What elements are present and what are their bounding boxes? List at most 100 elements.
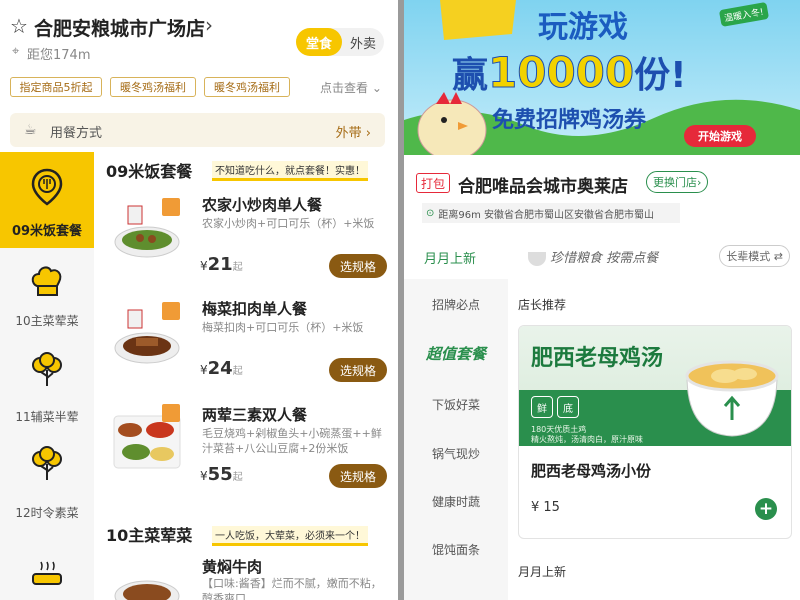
dine-in-tab[interactable]: 堂食 bbox=[296, 28, 342, 56]
promo-tag[interactable]: 暖冬鸡汤福利 bbox=[110, 77, 196, 97]
menu-tabbar: 月月上新 珍惜粮食 按需点餐 长辈模式 ⇄ bbox=[404, 235, 800, 279]
dish-photo[interactable] bbox=[112, 556, 182, 600]
takeaway-badge: 打包 bbox=[416, 173, 451, 193]
store-info: 打包 合肥唯品会城市奥莱店 更换门店 › ⊙ 距离96m 安徽省合肥市蜀山区安徽省合… bbox=[404, 155, 800, 235]
store-address: ⊙ 距离96m 安徽省合肥市蜀山区安徽省合肥市蜀山 bbox=[422, 203, 680, 223]
sidebar-item-side-dish[interactable]: 11辅菜半荤 bbox=[0, 334, 94, 424]
store-address-text: 距离96m 安徽省合肥市蜀山区安徽省合肥市蜀山 bbox=[438, 209, 655, 221]
dining-method-row[interactable]: ☕ 用餐方式 外带 › bbox=[10, 113, 385, 147]
broccoli-icon bbox=[32, 446, 62, 480]
store-name[interactable]: 合肥安粮城市广场店 bbox=[34, 14, 205, 41]
dish-description: 毛豆烧鸡+剁椒鱼头+小碗蒸蛋++鲜汁菜苔+八公山豆腐+2份米饭 bbox=[202, 427, 382, 455]
chevron-down-icon: ⌄ bbox=[371, 81, 382, 95]
stock-badge: 底 bbox=[557, 396, 579, 418]
store-header: ☆ 合肥安粮城市广场店 › ⌖ 距您174m 堂食 外卖 指定商品5折起 暖冬鸡… bbox=[0, 0, 398, 110]
store-name[interactable]: 合肥唯品会城市奥莱店 bbox=[458, 172, 628, 197]
dish-name[interactable]: 农家小炒肉单人餐 bbox=[202, 194, 322, 215]
select-spec-button[interactable]: 选规格 bbox=[329, 254, 387, 278]
sidebar-item-label: 09米饭套餐 bbox=[11, 224, 83, 239]
sidebar-item-rice-dishes[interactable]: 下饭好菜 bbox=[404, 396, 508, 413]
dish-price: ¥24起 bbox=[200, 358, 243, 379]
soup-bowl-image bbox=[685, 360, 779, 437]
section-title: 店长推荐 bbox=[518, 298, 567, 312]
promo-tag[interactable]: 指定商品5折起 bbox=[10, 77, 102, 97]
banner-headline-a: 赢 bbox=[452, 55, 489, 96]
menu-list: 店长推荐 肥西老母鸡汤 鲜 底 180天优质土鸡 精火熬炖，汤清肉白，原汁原味 bbox=[508, 279, 800, 600]
price-currency: ¥ bbox=[200, 363, 208, 377]
star-icon[interactable]: ☆ bbox=[10, 14, 28, 38]
section-title: 月月上新 bbox=[518, 565, 567, 579]
delivery-tab[interactable]: 外卖 bbox=[342, 28, 384, 56]
product-price: ¥ 15 bbox=[531, 500, 560, 515]
sidebar-item-main-meat[interactable]: 10主菜荤菜 bbox=[0, 248, 94, 334]
category-sidebar: 09米饭套餐 10主菜荤菜 11辅菜半荤 12时令素菜 bbox=[0, 152, 94, 600]
bowl-icon bbox=[528, 251, 546, 266]
bowl-icon: ☕ bbox=[24, 122, 37, 138]
dish-description: 梅菜扣肉+可口可乐（杯）+米饭 bbox=[202, 321, 364, 334]
chef-hat-icon bbox=[31, 266, 62, 296]
sidebar-item-rice-set[interactable]: 09米饭套餐 bbox=[0, 152, 94, 248]
price-suffix: 起 bbox=[232, 472, 243, 483]
sidebar-item-label: 11辅菜半荤 bbox=[15, 410, 79, 424]
elder-mode-toggle[interactable]: 长辈模式 ⇄ bbox=[719, 245, 790, 267]
banner-subline: 免费招牌鸡汤券 bbox=[492, 108, 647, 133]
section-title: 10主菜荤菜 bbox=[106, 526, 193, 545]
product-card[interactable]: 肥西老母鸡汤 鲜 底 180天优质土鸡 精火熬炖，汤清肉白，原汁原味 肥西老母鸡… bbox=[518, 325, 792, 539]
promo-tag[interactable]: 暖冬鸡汤福利 bbox=[204, 77, 290, 97]
elder-mode-label: 长辈模式 bbox=[726, 250, 771, 263]
sidebar-item-noodles[interactable]: 馄饨面条 bbox=[404, 541, 508, 558]
slogan: 珍惜粮食 按需点餐 bbox=[528, 247, 658, 266]
product-name: 肥西老母鸡汤小份 bbox=[531, 462, 652, 480]
start-game-button[interactable]: 开始游戏 bbox=[684, 125, 756, 147]
promo-view-more-label: 点击查看 bbox=[320, 81, 369, 95]
sidebar-item-healthy-veg[interactable]: 健康时蔬 bbox=[404, 493, 508, 510]
select-spec-button[interactable]: 选规格 bbox=[329, 358, 387, 382]
dish-description: 农家小炒肉+可口可乐（杯）+米饭 bbox=[202, 217, 375, 230]
section-tip: 一人吃饭，大荤菜，必须来一个！ bbox=[212, 526, 368, 546]
change-store-label: 更换门店 bbox=[653, 176, 697, 189]
tab-new-monthly[interactable]: 月月上新 bbox=[424, 248, 476, 267]
price-currency: ¥ bbox=[200, 259, 208, 273]
right-app-panel: 玩游戏 温暖入冬! 赢10000份! 免费招牌鸡汤券 开始游戏 打包 合肥唯品会… bbox=[404, 0, 800, 600]
dish-photo[interactable] bbox=[112, 298, 182, 368]
dining-method-value-text: 外带 bbox=[335, 126, 362, 141]
banner-headline-number: 10000 bbox=[488, 48, 635, 98]
select-spec-button[interactable]: 选规格 bbox=[329, 464, 387, 488]
sidebar-item-wok-fried[interactable]: 锅气现炒 bbox=[404, 445, 508, 462]
dining-method-label: 用餐方式 bbox=[50, 126, 103, 141]
banner-title: 玩游戏 bbox=[538, 10, 628, 45]
fresh-badge: 鲜 bbox=[531, 396, 553, 418]
sidebar-item-label: 10主菜荤菜 bbox=[15, 314, 79, 328]
sidebar-item-more[interactable] bbox=[0, 520, 94, 600]
price-currency: ¥ bbox=[200, 469, 208, 483]
dish-price: ¥21起 bbox=[200, 254, 243, 275]
store-distance: 距您174m bbox=[27, 48, 91, 63]
location-pin-icon: ⊙ bbox=[426, 207, 435, 219]
banner-headline: 赢10000份! bbox=[452, 46, 687, 98]
price-suffix: 起 bbox=[232, 262, 243, 273]
dish-name[interactable]: 黄焖牛肉 bbox=[202, 556, 262, 577]
dine-mode-toggle: 堂食 外卖 bbox=[296, 28, 384, 56]
dish-photo[interactable] bbox=[112, 192, 182, 262]
sidebar-item-signature[interactable]: 招牌必点 bbox=[404, 296, 508, 313]
product-feature-detail: 精火熬炖，汤清肉白，原汁原味 bbox=[531, 435, 643, 444]
dish-name[interactable]: 梅菜扣肉单人餐 bbox=[202, 298, 307, 319]
dining-method-value: 外带 › bbox=[335, 126, 371, 141]
change-store-button[interactable]: 更换门店 › bbox=[646, 171, 709, 193]
sidebar-item-value-set[interactable]: 超值套餐 bbox=[404, 343, 508, 364]
pot-icon bbox=[32, 561, 62, 585]
dish-photo[interactable] bbox=[112, 402, 182, 472]
location-pin-icon: ⌖ bbox=[12, 44, 20, 59]
promo-view-more-link[interactable]: 点击查看 ⌄ bbox=[320, 79, 382, 96]
chevron-right-icon[interactable]: › bbox=[205, 13, 213, 37]
broccoli-icon bbox=[32, 352, 62, 386]
banner-headline-b: 份! bbox=[634, 55, 687, 96]
left-app-panel: ☆ 合肥安粮城市广场店 › ⌖ 距您174m 堂食 外卖 指定商品5折起 暖冬鸡… bbox=[0, 0, 398, 600]
game-banner[interactable]: 玩游戏 温暖入冬! 赢10000份! 免费招牌鸡汤券 开始游戏 bbox=[404, 0, 800, 155]
dish-name[interactable]: 两荤三素双人餐 bbox=[202, 404, 307, 425]
add-to-cart-button[interactable]: + bbox=[755, 498, 777, 520]
plate-cutlery-icon bbox=[31, 168, 63, 206]
sidebar-item-value-set-label: 超值套餐 bbox=[425, 345, 486, 363]
sidebar-item-seasonal-veg[interactable]: 12时令素菜 bbox=[0, 424, 94, 520]
price-value: 55 bbox=[207, 464, 233, 485]
